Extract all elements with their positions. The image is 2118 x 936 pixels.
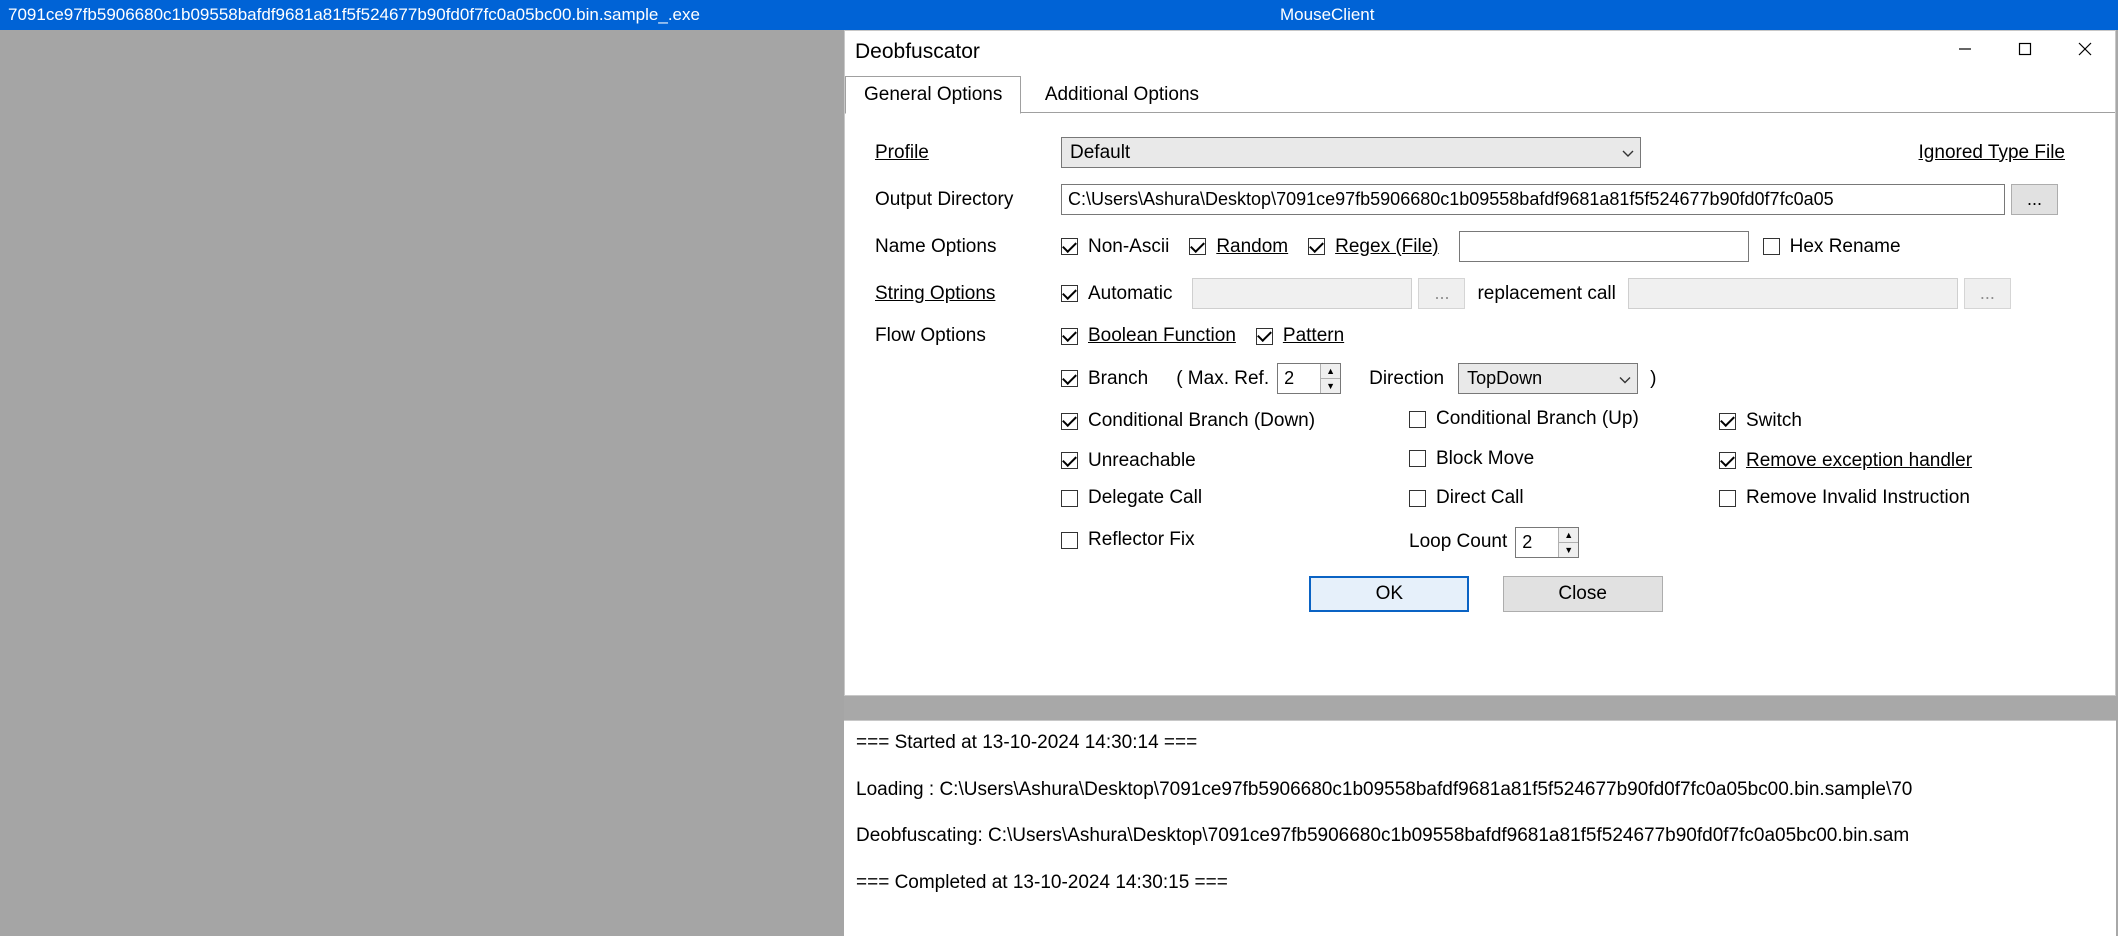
output-directory-browse-button[interactable]: ...: [2011, 184, 2058, 215]
maximize-button[interactable]: [1995, 31, 2055, 67]
remove-exception-handler-checkbox[interactable]: Remove exception handler: [1719, 450, 1972, 472]
max-ref-value: 2: [1278, 364, 1320, 393]
direction-label: Direction: [1369, 368, 1444, 390]
string-options-label: String Options: [875, 283, 1061, 305]
regex-file-input[interactable]: [1459, 231, 1749, 262]
output-directory-label: Output Directory: [875, 189, 1061, 211]
dialog-title: Deobfuscator: [855, 40, 980, 64]
close-button[interactable]: [2055, 31, 2115, 67]
conditional-branch-up-checkbox[interactable]: Conditional Branch (Up): [1409, 408, 1639, 430]
remove-invalid-instruction-checkbox[interactable]: Remove Invalid Instruction: [1719, 487, 1970, 509]
window-title-right: MouseClient: [1280, 5, 1375, 25]
conditional-branch-down-checkbox[interactable]: Conditional Branch (Down): [1061, 410, 1315, 432]
non-ascii-checkbox[interactable]: Non-Ascii: [1061, 236, 1169, 258]
automatic-input: [1192, 278, 1412, 309]
dialog-titlebar: Deobfuscator: [845, 31, 2115, 73]
unreachable-checkbox[interactable]: Unreachable: [1061, 450, 1196, 472]
ok-button[interactable]: OK: [1309, 576, 1469, 612]
deobfuscator-dialog: Deobfuscator General Options Additional …: [844, 30, 2116, 696]
replacement-call-input: [1628, 278, 1958, 309]
spinner-up-icon[interactable]: ▲: [1321, 364, 1340, 379]
tab-additional-options[interactable]: Additional Options: [1026, 76, 1218, 114]
log-line: === Completed at 13-10-2024 14:30:15 ===: [856, 869, 2104, 898]
max-ref-label: ( Max. Ref.: [1176, 368, 1269, 390]
loop-count-label: Loop Count: [1409, 531, 1507, 553]
app-background-left: [0, 30, 844, 936]
window-controls: [1935, 31, 2115, 67]
ignored-type-file-link[interactable]: Ignored Type File: [1919, 142, 2065, 164]
log-line: Deobfuscating: C:\Users\Ashura\Desktop\7…: [856, 822, 2104, 851]
minimize-button[interactable]: [1935, 31, 1995, 67]
switch-checkbox[interactable]: Switch: [1719, 410, 1802, 432]
spinner-down-icon[interactable]: ▼: [1559, 543, 1578, 557]
replacement-call-browse-button: ...: [1964, 278, 2011, 309]
close-dialog-button[interactable]: Close: [1503, 576, 1663, 612]
hex-rename-checkbox[interactable]: Hex Rename: [1763, 236, 1901, 258]
window-title-left: 7091ce97fb5906680c1b09558bafdf9681a81f5f…: [8, 5, 700, 25]
boolean-function-checkbox[interactable]: Boolean Function: [1061, 325, 1236, 347]
replacement-call-label: replacement call: [1477, 283, 1615, 305]
profile-combo[interactable]: Default: [1061, 137, 1641, 168]
direct-call-checkbox[interactable]: Direct Call: [1409, 487, 1524, 509]
flow-options-label: Flow Options: [875, 325, 1061, 347]
loop-count-spinner[interactable]: 2 ▲▼: [1515, 527, 1579, 558]
tab-general-options[interactable]: General Options: [845, 76, 1021, 114]
chevron-down-icon: [1619, 368, 1631, 389]
direction-select[interactable]: TopDown: [1458, 363, 1638, 394]
chevron-down-icon: [1622, 142, 1634, 164]
log-line: === Started at 13-10-2024 14:30:14 ===: [856, 729, 2104, 758]
automatic-browse-button: ...: [1418, 278, 1465, 309]
branch-checkbox[interactable]: Branch: [1061, 368, 1148, 390]
random-checkbox[interactable]: Random: [1189, 236, 1288, 258]
reflector-fix-checkbox[interactable]: Reflector Fix: [1061, 529, 1195, 551]
delegate-call-checkbox[interactable]: Delegate Call: [1061, 487, 1202, 509]
profile-label: Profile: [875, 142, 1061, 164]
name-options-label: Name Options: [875, 236, 1061, 258]
block-move-checkbox[interactable]: Block Move: [1409, 448, 1534, 470]
output-directory-input[interactable]: [1061, 184, 2005, 215]
tab-strip: General Options Additional Options: [845, 75, 2115, 113]
pattern-checkbox[interactable]: Pattern: [1256, 325, 1344, 347]
regex-file-checkbox[interactable]: Regex (File): [1308, 236, 1438, 258]
spinner-up-icon[interactable]: ▲: [1559, 528, 1578, 543]
direction-value: TopDown: [1467, 368, 1542, 389]
close-paren: ): [1650, 368, 1656, 390]
loop-count-value: 2: [1516, 528, 1558, 557]
spinner-down-icon[interactable]: ▼: [1321, 379, 1340, 393]
titlebar-left: 7091ce97fb5906680c1b09558bafdf9681a81f5f…: [0, 0, 1272, 30]
titlebar-right: MouseClient: [1272, 0, 2118, 30]
automatic-checkbox[interactable]: Automatic: [1061, 283, 1172, 305]
log-panel: === Started at 13-10-2024 14:30:14 === L…: [844, 720, 2116, 936]
profile-value: Default: [1070, 142, 1130, 164]
max-ref-spinner[interactable]: 2 ▲▼: [1277, 363, 1341, 394]
log-line: Loading : C:\Users\Ashura\Desktop\7091ce…: [856, 776, 2104, 805]
